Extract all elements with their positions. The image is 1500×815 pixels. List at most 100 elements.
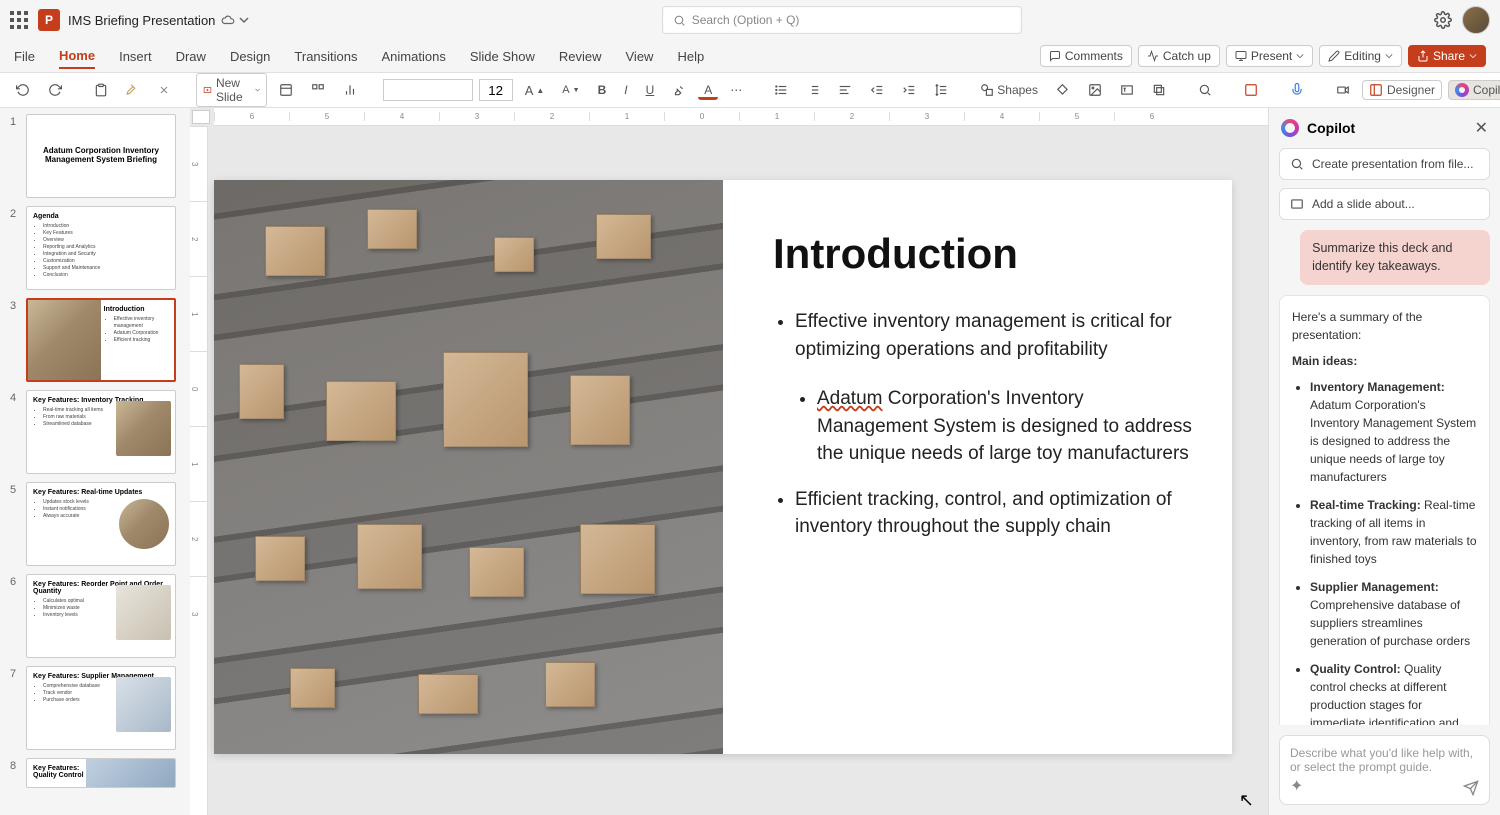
designer-button[interactable]: Designer: [1362, 80, 1442, 100]
font-size-input[interactable]: [479, 79, 513, 101]
outdent-icon: [870, 83, 884, 97]
textbox-button[interactable]: [1114, 80, 1140, 100]
slide-thumbnail-panel[interactable]: 1 Adatum Corporation Inventory Managemen…: [0, 108, 190, 815]
undo-button[interactable]: [10, 80, 36, 100]
new-slide-button[interactable]: New Slide: [196, 73, 267, 107]
slide-editor[interactable]: Introduction Effective inventory managem…: [214, 180, 1232, 754]
more-font-button[interactable]: ⋯: [724, 80, 748, 100]
catchup-button[interactable]: Catch up: [1138, 45, 1220, 67]
copilot-panel: Copilot ✕ Create presentation from file.…: [1268, 108, 1500, 815]
section-button[interactable]: [305, 80, 331, 100]
delete-button[interactable]: [152, 81, 176, 99]
comment-icon: [1049, 50, 1061, 62]
title-bar: P IMS Briefing Presentation Search (Opti…: [0, 0, 1500, 40]
sparkle-icon[interactable]: ✦: [1290, 776, 1303, 796]
slide-sub-bullet[interactable]: Adatum Corporation's Inventory Managemen…: [817, 385, 1192, 468]
align-button[interactable]: [832, 80, 858, 100]
catchup-icon: [1147, 50, 1159, 62]
increase-indent-button[interactable]: [896, 80, 922, 100]
underline-button[interactable]: U: [640, 80, 661, 100]
paste-button[interactable]: [88, 80, 114, 100]
workspace: 1 Adatum Corporation Inventory Managemen…: [0, 108, 1500, 815]
highlight-button[interactable]: [666, 80, 692, 100]
editing-button[interactable]: Editing: [1319, 45, 1402, 67]
find-button[interactable]: [1192, 80, 1218, 100]
copilot-suggestion[interactable]: Add a slide about...: [1279, 188, 1490, 220]
copilot-suggestion[interactable]: Create presentation from file...: [1279, 148, 1490, 180]
redo-button[interactable]: [42, 80, 68, 100]
menu-home[interactable]: Home: [59, 44, 95, 69]
shapes-button[interactable]: Shapes: [974, 80, 1044, 100]
present-button[interactable]: Present: [1226, 45, 1313, 67]
slide-canvas-area[interactable]: 6543210123456 3210123: [190, 108, 1268, 815]
send-button[interactable]: [1463, 780, 1479, 796]
arrange-icon: [1152, 83, 1166, 97]
slide-image[interactable]: [214, 180, 723, 754]
copilot-ribbon-button[interactable]: Copilot: [1448, 80, 1500, 100]
title-dropdown-icon[interactable]: [239, 15, 249, 25]
slide-thumbnail[interactable]: IntroductionEffective inventory manageme…: [26, 298, 176, 382]
search-icon: [1198, 83, 1212, 97]
menu-draw[interactable]: Draw: [176, 45, 206, 68]
format-painter-button[interactable]: [120, 80, 146, 100]
slide-bullet[interactable]: Effective inventory management is critic…: [795, 308, 1192, 363]
slide-thumbnail[interactable]: Adatum Corporation Inventory Management …: [26, 114, 176, 198]
bullets-button[interactable]: [768, 80, 794, 100]
font-family-select[interactable]: [383, 79, 473, 101]
decrease-font-button[interactable]: A▼: [556, 81, 585, 99]
picture-button[interactable]: [1082, 80, 1108, 100]
menu-review[interactable]: Review: [559, 45, 602, 68]
menu-slideshow[interactable]: Slide Show: [470, 45, 535, 68]
line-spacing-button[interactable]: [928, 80, 954, 100]
font-color-button[interactable]: A: [698, 80, 718, 100]
menu-help[interactable]: Help: [677, 45, 704, 68]
dictate-button[interactable]: [1284, 80, 1310, 100]
document-title[interactable]: IMS Briefing Presentation: [68, 13, 215, 28]
cameo-button[interactable]: [1330, 80, 1356, 100]
numbering-icon: [806, 83, 820, 97]
numbering-button[interactable]: [800, 80, 826, 100]
slide-thumbnail[interactable]: Key Features: Quality Control: [26, 758, 176, 788]
slide-thumbnail[interactable]: Key Features: Supplier ManagementCompreh…: [26, 666, 176, 750]
share-button[interactable]: Share: [1408, 45, 1486, 67]
copilot-body[interactable]: Create presentation from file... Add a s…: [1269, 148, 1500, 725]
menu-design[interactable]: Design: [230, 45, 270, 68]
bold-button[interactable]: B: [592, 80, 613, 100]
menu-bar: File Home Insert Draw Design Transitions…: [0, 40, 1500, 72]
menu-file[interactable]: File: [14, 45, 35, 68]
chart-button[interactable]: [337, 80, 363, 100]
image-icon: [1088, 83, 1102, 97]
slide-thumbnail[interactable]: Key Features: Real-time UpdatesUpdates s…: [26, 482, 176, 566]
share-icon: [1417, 50, 1429, 62]
menu-transitions[interactable]: Transitions: [294, 45, 357, 68]
thumb-number: 1: [10, 114, 20, 198]
slide-bullet[interactable]: Efficient tracking, control, and optimiz…: [795, 486, 1192, 541]
slide-title[interactable]: Introduction: [773, 230, 1192, 278]
slide-thumbnail[interactable]: AgendaIntroductionKey FeaturesOverviewRe…: [26, 206, 176, 290]
app-launcher-icon[interactable]: [10, 11, 28, 29]
thumb-number: 6: [10, 574, 20, 658]
fill-button[interactable]: [1050, 80, 1076, 100]
close-copilot-button[interactable]: ✕: [1475, 118, 1488, 138]
search-input[interactable]: Search (Option + Q): [662, 6, 1022, 34]
slide-text-content[interactable]: Introduction Effective inventory managem…: [723, 180, 1232, 754]
menu-animations[interactable]: Animations: [382, 45, 446, 68]
layout-button[interactable]: [273, 80, 299, 100]
copilot-input[interactable]: Describe what you'd like help with, or s…: [1279, 735, 1490, 805]
copilot-header: Copilot ✕: [1269, 108, 1500, 148]
settings-icon[interactable]: [1434, 11, 1452, 29]
menu-insert[interactable]: Insert: [119, 45, 152, 68]
arrange-button[interactable]: [1146, 80, 1172, 100]
slide-thumbnail[interactable]: Key Features: Inventory TrackingReal-tim…: [26, 390, 176, 474]
italic-button[interactable]: I: [618, 80, 633, 100]
user-avatar[interactable]: [1462, 6, 1490, 34]
layout-icon: [279, 83, 293, 97]
slide-thumbnail[interactable]: Key Features: Reorder Point and Order Qu…: [26, 574, 176, 658]
decrease-indent-button[interactable]: [864, 80, 890, 100]
increase-font-button[interactable]: A▲: [519, 80, 551, 101]
menu-view[interactable]: View: [626, 45, 654, 68]
present-icon: [1235, 50, 1247, 62]
outline-toggle[interactable]: [192, 110, 210, 124]
comments-button[interactable]: Comments: [1040, 45, 1132, 67]
addins-button[interactable]: [1238, 80, 1264, 100]
